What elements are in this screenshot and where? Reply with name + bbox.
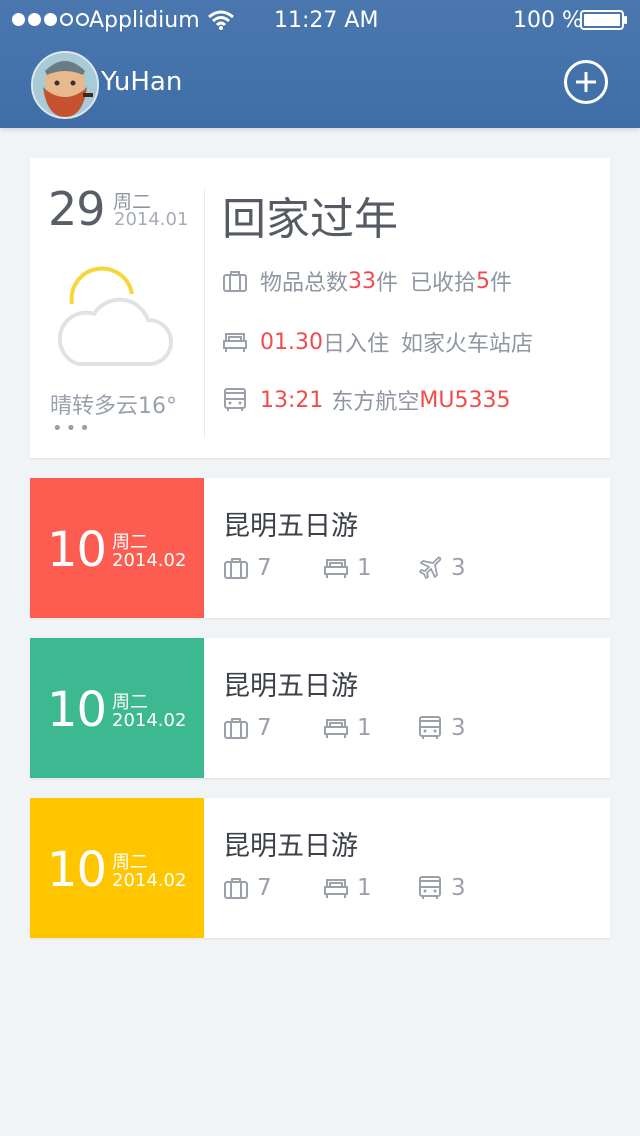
trip-day: 29 — [48, 182, 106, 236]
trip-day: 10 — [47, 682, 107, 738]
bed-icon — [323, 715, 349, 741]
avatar[interactable] — [31, 51, 99, 119]
more-indicator[interactable]: ••• — [52, 418, 93, 439]
add-trip-button[interactable] — [564, 60, 608, 104]
battery-icon — [580, 10, 627, 30]
transport-stat: 3 — [417, 875, 466, 901]
signal-strength-icon — [12, 13, 89, 26]
trip-date-block: 10 周二 2014.02 — [30, 478, 204, 618]
hotel-row: 01.30 日入住 如家火车站店 — [222, 327, 533, 357]
bed-icon — [323, 875, 349, 901]
carrier-name: Applidium — [89, 8, 200, 33]
partly-cloudy-icon — [58, 266, 173, 366]
avatar-face-icon — [33, 53, 97, 117]
bus-icon — [417, 875, 443, 901]
bed-icon — [222, 329, 248, 355]
plane-icon — [417, 555, 443, 581]
luggage-stat: 7 — [223, 715, 272, 741]
trip-month: 2014.02 — [112, 710, 187, 731]
luggage-icon — [223, 875, 249, 901]
luggage-stat: 7 — [223, 555, 272, 581]
transport-stat: 3 — [417, 715, 466, 741]
hotel-stat: 1 — [323, 555, 372, 581]
luggage-icon — [222, 268, 248, 294]
trip-month: 2014.02 — [112, 870, 187, 891]
username[interactable]: YuHan — [101, 67, 182, 97]
bed-icon — [323, 555, 349, 581]
trip-title: 回家过年 — [222, 194, 398, 245]
airline-name: 东方航空 — [331, 390, 420, 415]
app-header: Applidium 11:27 AM 100 % YuHan — [0, 0, 640, 128]
trip-card[interactable]: 10 周二 2014.02 昆明五日游 7 1 3 — [30, 638, 610, 778]
status-time: 11:27 AM — [274, 8, 379, 33]
items-summary-row: 物品总数 33 件 已收拾 5 件 — [222, 266, 512, 296]
trip-card[interactable]: 10 周二 2014.02 昆明五日游 7 1 3 — [30, 798, 610, 938]
luggage-icon — [223, 715, 249, 741]
items-total-count: 33 — [348, 268, 377, 294]
status-bar: Applidium 11:27 AM 100 % — [0, 0, 640, 40]
trip-title: 昆明五日游 — [223, 671, 358, 702]
luggage-icon — [223, 555, 249, 581]
trip-day: 10 — [47, 842, 107, 898]
trip-month: 2014.02 — [112, 550, 187, 571]
items-packed-count: 5 — [476, 268, 491, 294]
hotel-name: 如家火车站店 — [401, 332, 534, 357]
transport-row: 13:21 东方航空 MU5335 — [222, 385, 511, 415]
transport-stat: 3 — [417, 555, 466, 581]
hotel-stat: 1 — [323, 715, 372, 741]
trip-date-block: 10 周二 2014.02 — [30, 798, 204, 938]
trip-month: 2014.01 — [114, 209, 189, 230]
bus-icon — [417, 715, 443, 741]
hotel-stat: 1 — [323, 875, 372, 901]
weather-text: 晴转多云16° — [50, 394, 177, 419]
wifi-icon — [208, 10, 234, 30]
trip-day: 10 — [47, 522, 107, 578]
flight-number: MU5335 — [419, 387, 511, 413]
transport-time: 13:21 — [260, 387, 324, 413]
trip-title: 昆明五日游 — [223, 511, 358, 542]
hotel-date: 01.30 — [260, 329, 323, 355]
trip-title: 昆明五日游 — [223, 831, 358, 862]
battery-percent: 100 % — [513, 8, 583, 33]
trip-date-block: 10 周二 2014.02 — [30, 638, 204, 778]
bus-icon — [222, 387, 248, 413]
trip-card[interactable]: 10 周二 2014.02 昆明五日游 7 1 3 — [30, 478, 610, 618]
divider — [204, 188, 205, 438]
luggage-stat: 7 — [223, 875, 272, 901]
